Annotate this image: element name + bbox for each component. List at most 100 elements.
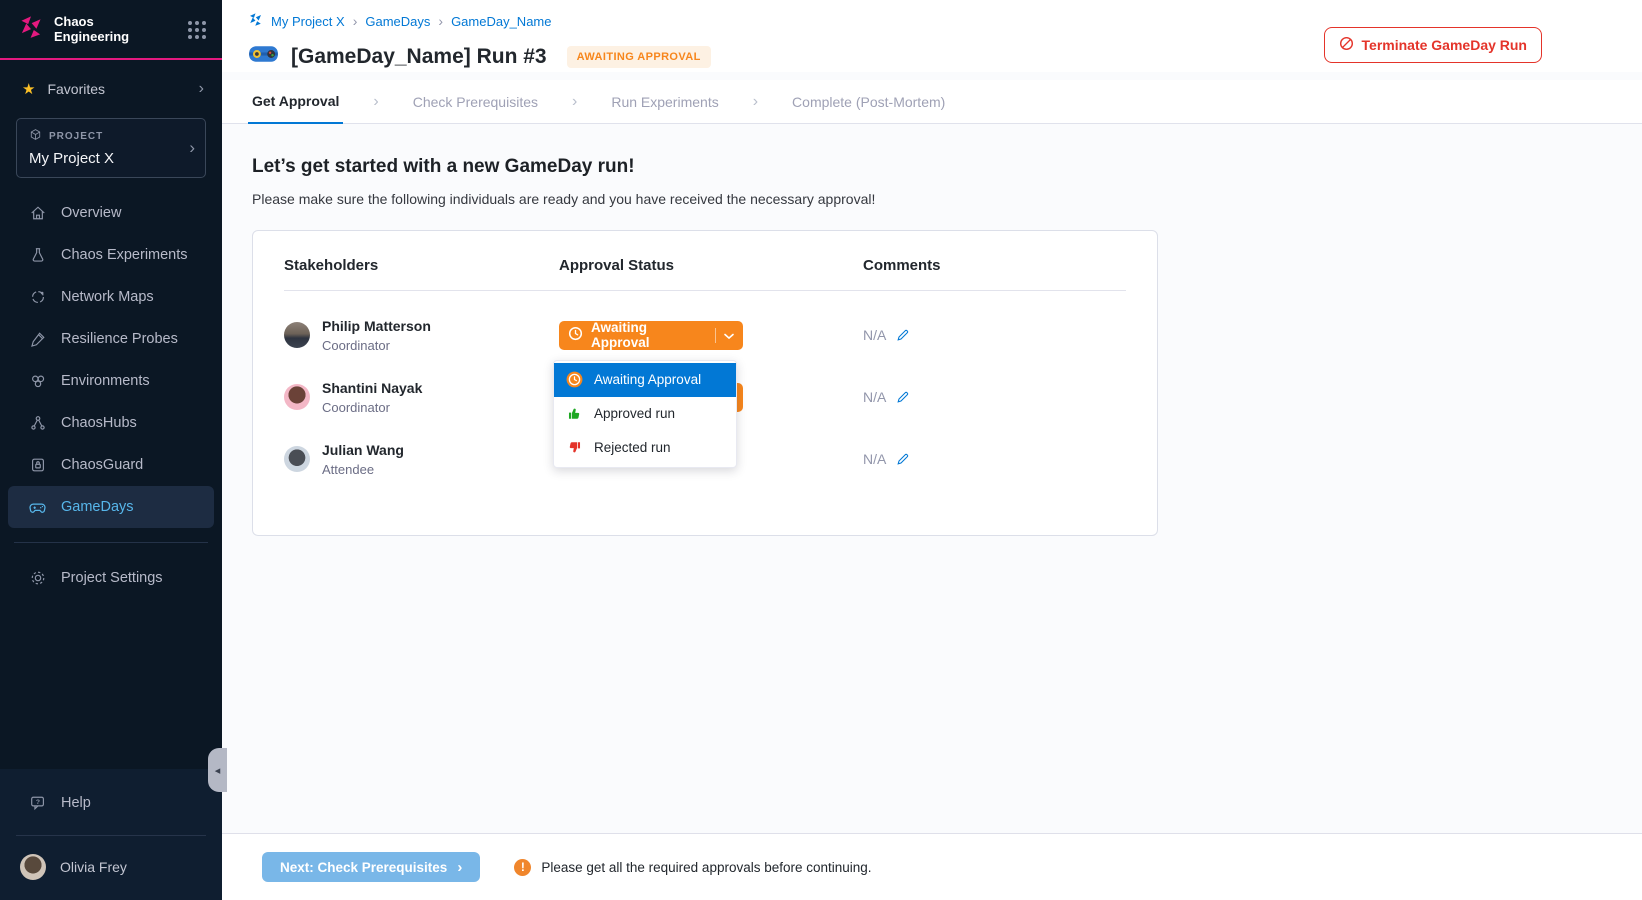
stakeholder-name: Julian Wang [322,442,404,458]
stakeholder-role: Coordinator [322,400,422,415]
content: Let’s get started with a new GameDay run… [222,124,1642,833]
sidebar-item-help[interactable]: ? Help [0,783,222,823]
stakeholder-name: Philip Matterson [322,318,431,334]
cube-icon [29,128,42,144]
project-label: PROJECT [49,131,103,142]
approval-card: Stakeholders Approval Status Comments Ph… [252,230,1158,536]
tab-complete-post-mortem[interactable]: Complete (Post-Mortem) [788,80,949,123]
lock-icon [28,456,47,474]
gamepad-emoji-icon [248,43,279,70]
favorites-label: Favorites [47,81,105,97]
main-area: My Project X › GameDays › GameDay_Name [… [222,0,1642,900]
tab-check-prerequisites[interactable]: Check Prerequisites [409,80,542,123]
sidebar-item-favorites[interactable]: ★ Favorites › [0,60,222,104]
project-name: My Project X [29,150,193,167]
avatar [284,322,310,348]
sidebar-collapse-handle[interactable]: ◂ [208,748,227,792]
chevron-right-icon: › [189,138,195,158]
chevron-right-icon: › [457,859,462,876]
warning-text: Please get all the required approvals be… [541,860,871,875]
edit-pencil-icon[interactable] [896,390,910,404]
chevron-right-icon: › [353,13,358,29]
app-title: Chaos Engineering [54,15,142,45]
sidebar-item-chaosguard[interactable]: ChaosGuard [0,444,222,486]
apps-grid-icon[interactable] [188,21,206,39]
sidebar-item-resilience-probes[interactable]: Resilience Probes [0,318,222,360]
sidebar-item-gamedays[interactable]: GameDays [8,486,214,528]
probe-icon [28,330,47,348]
stakeholder-role: Coordinator [322,338,431,353]
tab-get-approval[interactable]: Get Approval [248,80,343,124]
sidebar: Chaos Engineering ★ Favorites › PROJECT … [0,0,222,900]
sidebar-item-project-settings[interactable]: Project Settings [0,557,222,599]
breadcrumb-item-project[interactable]: My Project X [271,14,345,29]
dropdown-option-awaiting-approval[interactable]: Awaiting Approval [554,363,736,397]
user-menu[interactable]: Olivia Frey [0,848,222,890]
sidebar-item-network-maps[interactable]: Network Maps [0,276,222,318]
avatar [284,384,310,410]
page-header: My Project X › GameDays › GameDay_Name [… [222,0,1642,72]
svg-text:?: ? [35,799,39,806]
chevron-right-icon: › [373,80,378,123]
sidebar-divider [16,835,206,836]
dropdown-option-rejected-run[interactable]: Rejected run [554,431,736,465]
stakeholder-role: Attendee [322,462,404,477]
sidebar-divider [14,542,208,543]
chevron-right-icon: › [753,80,758,123]
prohibit-icon [1339,36,1354,54]
comment-value: N/A [863,327,886,343]
chaos-engineering-logo-icon [18,14,44,45]
project-logo-icon [248,12,263,30]
tab-run-experiments[interactable]: Run Experiments [607,80,722,123]
sidebar-item-chaoshubs[interactable]: ChaosHubs [0,402,222,444]
thumbs-up-icon [565,405,583,422]
status-badge: AWAITING APPROVAL [567,46,711,68]
project-selector[interactable]: PROJECT My Project X › [16,118,206,178]
chevron-left-icon: ◂ [215,764,221,777]
sidebar-header: Chaos Engineering [0,0,222,60]
sidebar-item-chaos-experiments[interactable]: Chaos Experiments [0,234,222,276]
column-header-approval-status: Approval Status [559,257,863,274]
warning-icon: ! [514,859,531,876]
hub-icon [28,414,47,432]
gamepad-icon [28,498,47,517]
content-heading: Let’s get started with a new GameDay run… [252,156,1642,178]
next-check-prerequisites-button[interactable]: Next: Check Prerequisites › [262,852,480,882]
edit-pencil-icon[interactable] [896,328,910,342]
content-subheading: Please make sure the following individua… [252,191,1642,207]
column-header-stakeholders: Stakeholders [284,257,559,274]
user-avatar [20,854,46,880]
thumbs-down-icon [565,439,583,456]
comment-value: N/A [863,389,886,405]
terminate-gameday-button[interactable]: Terminate GameDay Run [1324,27,1542,63]
page-title: [GameDay_Name] Run #3 [291,45,547,69]
clock-icon [568,326,583,344]
home-icon [28,204,47,222]
sidebar-menu: Overview Chaos Experiments Network Maps … [0,192,222,528]
stepper: Get Approval › Check Prerequisites › Run… [222,80,1642,124]
chevron-right-icon: › [572,80,577,123]
flask-icon [28,246,47,264]
chevron-right-icon: › [438,13,443,29]
table-divider [284,290,1126,291]
edit-pencil-icon[interactable] [896,452,910,466]
star-icon: ★ [22,82,35,97]
approval-status-dropdown-button[interactable]: Awaiting Approval [559,321,743,350]
network-icon [28,288,47,306]
comment-value: N/A [863,451,886,467]
chevron-down-icon [724,328,734,343]
approval-status-dropdown-menu: Awaiting Approval Approved run Rejected … [553,360,737,468]
table-row: Philip Matterson Coordinator Awaiting Ap… [284,315,1126,355]
help-chat-icon: ? [28,794,47,812]
stakeholder-name: Shantini Nayak [322,380,422,396]
gear-icon [28,569,47,587]
sidebar-item-overview[interactable]: Overview [0,192,222,234]
column-header-comments: Comments [863,257,1126,274]
environments-icon [28,372,47,390]
breadcrumb-item-gameday-name[interactable]: GameDay_Name [451,14,551,29]
avatar [284,446,310,472]
breadcrumb-item-gamedays[interactable]: GameDays [365,14,430,29]
sidebar-item-environments[interactable]: Environments [0,360,222,402]
dropdown-option-approved-run[interactable]: Approved run [554,397,736,431]
footer-bar: Next: Check Prerequisites › ! Please get… [222,833,1642,900]
